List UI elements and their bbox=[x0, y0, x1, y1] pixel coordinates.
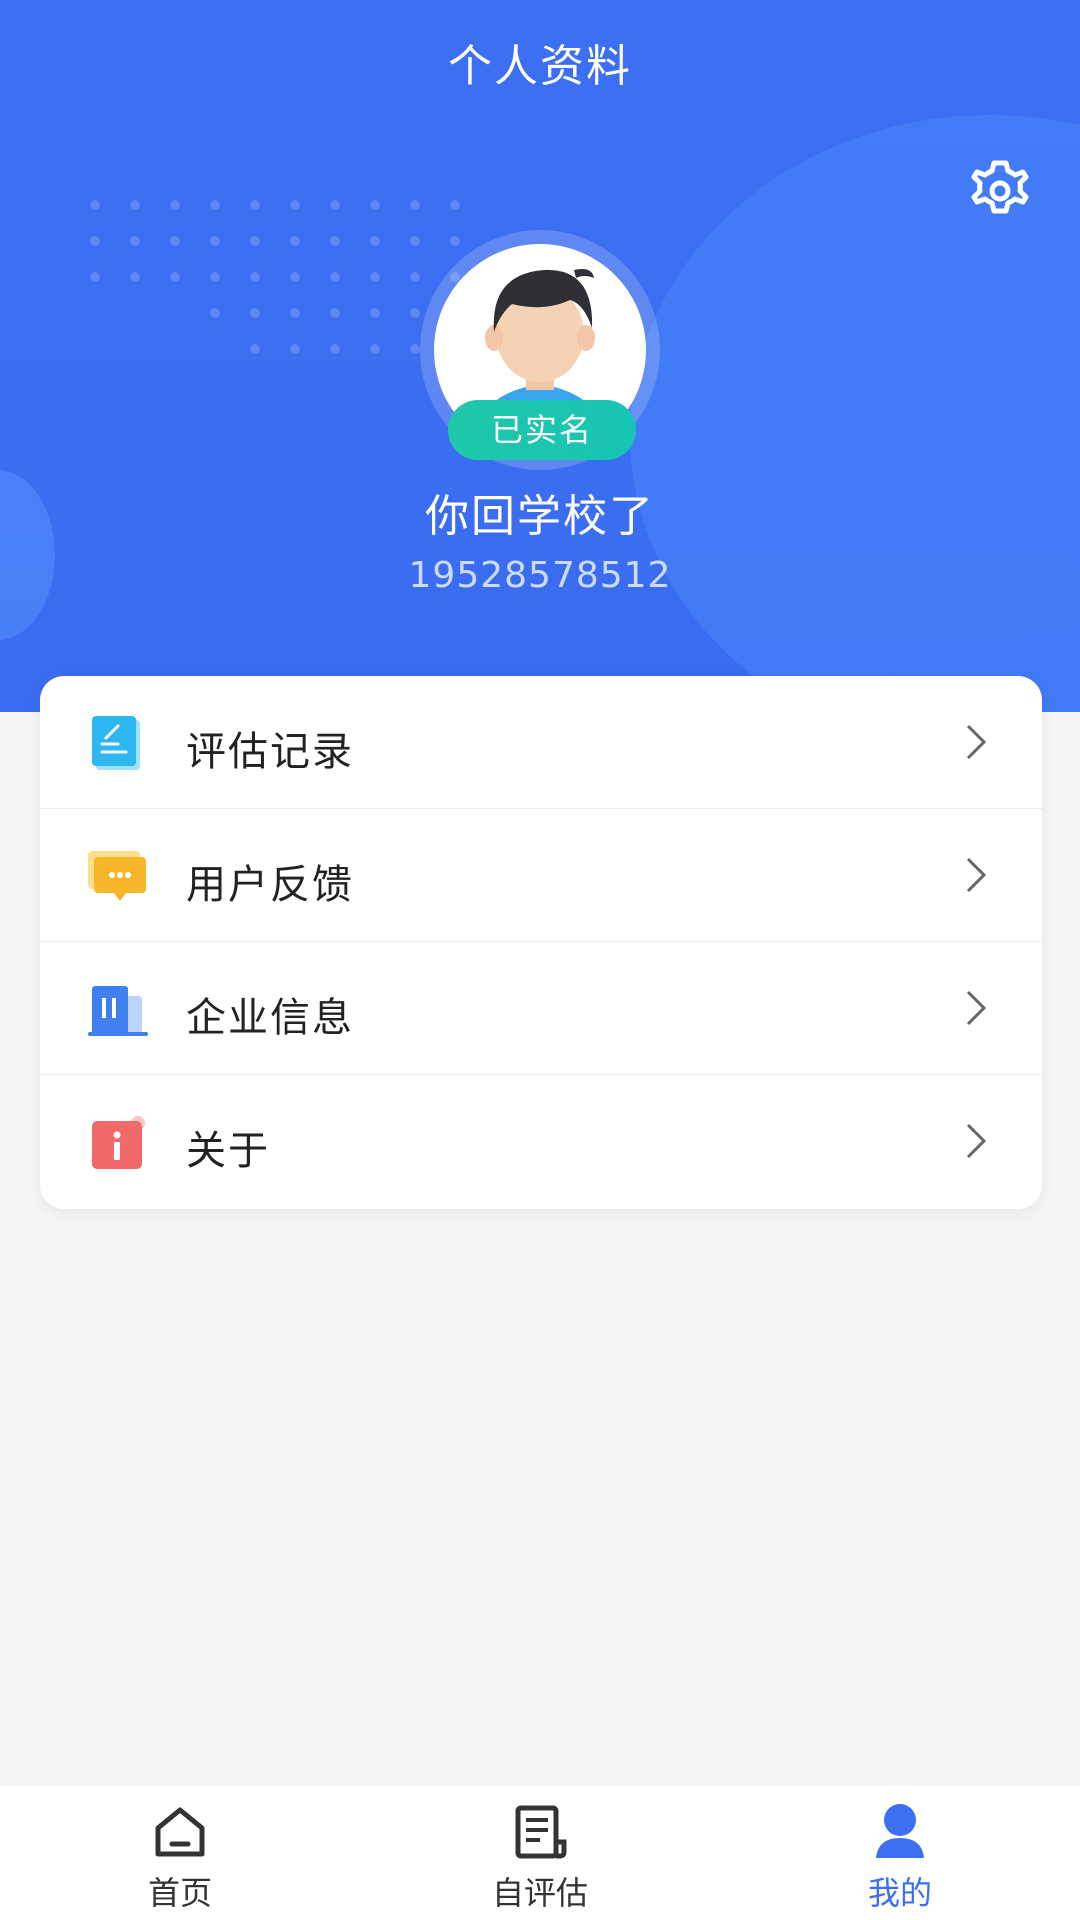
decorative-dot bbox=[370, 200, 380, 210]
profile-header: 个人资料 已实名 你回学校了 19528578512 bbox=[0, 0, 1080, 712]
menu-item-about[interactable]: 关于 bbox=[40, 1075, 1042, 1208]
decorative-dot bbox=[170, 272, 180, 282]
decorative-dot bbox=[290, 236, 300, 246]
menu-card: 评估记录 用户反馈 企业信息 关于 bbox=[40, 676, 1042, 1209]
bottom-tab-bar: 首页 自评估 我的 bbox=[0, 1786, 1080, 1920]
tab-mine[interactable]: 我的 bbox=[720, 1786, 1080, 1920]
user-phone: 19528578512 bbox=[408, 555, 672, 596]
decorative-dot bbox=[450, 200, 460, 210]
tab-self-assessment[interactable]: 自评估 bbox=[360, 1786, 720, 1920]
decorative-dot bbox=[210, 272, 220, 282]
decorative-dot bbox=[370, 308, 380, 318]
settings-button[interactable] bbox=[960, 155, 1040, 235]
decorative-dot bbox=[130, 272, 140, 282]
decorative-dot bbox=[330, 344, 340, 354]
menu-item-company-info[interactable]: 企业信息 bbox=[40, 942, 1042, 1075]
decorative-dot bbox=[450, 236, 460, 246]
decorative-dot bbox=[290, 344, 300, 354]
chevron-right-icon bbox=[966, 990, 987, 1026]
info-icon bbox=[92, 1116, 145, 1169]
decorative-dot bbox=[370, 344, 380, 354]
chevron-right-icon bbox=[966, 724, 987, 760]
decorative-dot bbox=[410, 344, 420, 354]
menu-label: 企业信息 bbox=[186, 995, 354, 1041]
decorative-dot bbox=[330, 200, 340, 210]
decorative-dot bbox=[90, 272, 100, 282]
decorative-dot bbox=[210, 308, 220, 318]
decorative-dot bbox=[410, 308, 420, 318]
tab-label: 首页 bbox=[147, 1874, 212, 1912]
tab-label: 我的 bbox=[867, 1874, 932, 1912]
decorative-dot bbox=[370, 236, 380, 246]
decorative-dot bbox=[330, 308, 340, 318]
decorative-dot bbox=[170, 200, 180, 210]
person-icon bbox=[876, 1804, 924, 1858]
decorative-dot bbox=[410, 236, 420, 246]
decorative-dot bbox=[210, 200, 220, 210]
decorative-dot bbox=[370, 272, 380, 282]
page-title: 个人资料 bbox=[448, 41, 632, 92]
chevron-right-icon bbox=[966, 857, 987, 893]
decorative-dot bbox=[250, 200, 260, 210]
decorative-dot bbox=[90, 200, 100, 210]
menu-label: 评估记录 bbox=[186, 729, 354, 775]
decorative-dot bbox=[290, 272, 300, 282]
decorative-dot bbox=[130, 200, 140, 210]
decorative-dot bbox=[250, 236, 260, 246]
decorative-dot bbox=[250, 308, 260, 318]
decorative-dot bbox=[250, 272, 260, 282]
decorative-dot bbox=[290, 200, 300, 210]
gear-icon bbox=[971, 160, 1029, 214]
decorative-dot bbox=[410, 272, 420, 282]
form-icon bbox=[515, 1805, 567, 1859]
menu-label: 关于 bbox=[186, 1128, 270, 1174]
decorative-dot bbox=[330, 236, 340, 246]
decorative-dot bbox=[290, 308, 300, 318]
user-name: 你回学校了 bbox=[425, 491, 655, 542]
decorative-dot bbox=[330, 272, 340, 282]
decorative-dot bbox=[90, 236, 100, 246]
menu-item-evaluation-records[interactable]: 评估记录 bbox=[40, 676, 1042, 809]
tab-home[interactable]: 首页 bbox=[0, 1786, 360, 1920]
chat-bubble-icon bbox=[88, 851, 146, 901]
decorative-dot bbox=[170, 236, 180, 246]
decorative-dot bbox=[250, 344, 260, 354]
document-icon bbox=[92, 716, 140, 770]
chevron-right-icon bbox=[966, 1123, 987, 1159]
home-icon bbox=[155, 1807, 205, 1857]
verified-badge: 已实名 bbox=[448, 400, 636, 460]
building-icon bbox=[88, 986, 148, 1036]
menu-item-user-feedback[interactable]: 用户反馈 bbox=[40, 809, 1042, 942]
decorative-dot bbox=[130, 236, 140, 246]
menu-label: 用户反馈 bbox=[186, 862, 354, 908]
decorative-dot bbox=[410, 200, 420, 210]
tab-label: 自评估 bbox=[491, 1874, 588, 1912]
decorative-dot bbox=[210, 236, 220, 246]
